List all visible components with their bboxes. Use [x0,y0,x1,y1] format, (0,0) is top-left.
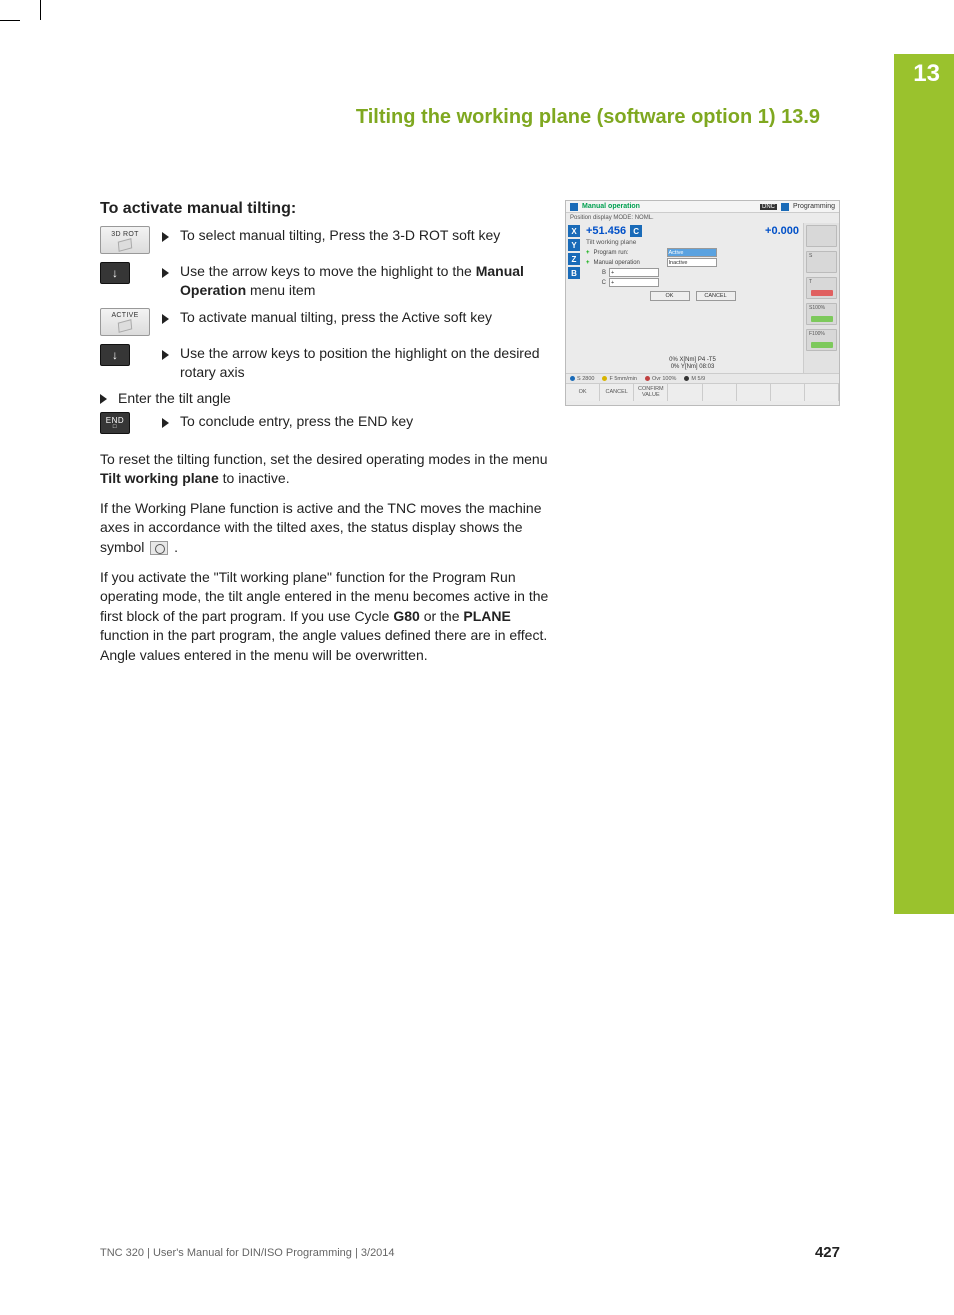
dot-icon [645,376,650,381]
ss-mode-left: Manual operation [582,203,756,210]
footer-page-number: 427 [815,1244,840,1261]
paragraph-program-run: If you activate the "Tilt working plane"… [100,568,550,666]
step-row: 3D ROT To select manual tilting, Press t… [100,226,550,254]
page-footer: TNC 320 | User's Manual for DIN/ISO Prog… [100,1244,840,1261]
softkey-active: ACTIVE [100,308,150,336]
page-section-title: Tilting the working plane (software opti… [100,106,820,129]
step-enter-tilt-angle: Enter the tilt angle [100,390,550,406]
ss-fkey: CONFIRM VALUE [634,384,668,401]
step-row: Use the arrow keys to position the highl… [100,344,550,382]
ss-lower-status: 0% X[Nm] P4 -T5 0% Y[Nm] 08:03 [582,355,803,373]
ss-gear-icon [570,203,578,211]
ss-field-row: C + [586,278,799,287]
ss-fkey: CANCEL [600,384,634,401]
ss-status-line: Position display MODE: NOML. [566,213,839,223]
arrow-down-icon [112,266,118,280]
ss-side-knob-t: T [806,277,837,299]
ss-dialog-buttons: OK CANCEL [586,291,799,301]
ss-field-manual-operation: Inactive [667,258,717,267]
ss-axis-x: X [568,225,580,237]
step-row: Use the arrow keys to move the highlight… [100,262,550,300]
bullet-triangle-icon [162,232,169,242]
step-text: To select manual tilting, Press the 3-D … [180,226,550,245]
plus-icon: + [586,250,590,256]
ss-side-knob-s: S [806,251,837,273]
ss-fkey: OK [566,384,600,401]
ss-axis-c-badge: C [630,225,642,237]
bullet-triangle-icon [162,314,169,324]
ss-coord-left: +51.456 [586,225,626,237]
ss-side-knob [806,225,837,247]
paragraph-reset-tilting: To reset the tilting function, set the d… [100,450,550,489]
ss-field-c-angle: + [609,278,659,287]
ss-side-panel: S T S100% F100% [803,223,839,373]
tnc-screenshot: Manual operation DNC Programming Positio… [565,200,840,406]
ss-fkey [771,384,805,401]
step-text: To activate manual tilting, press the Ac… [180,308,550,327]
ss-btn-cancel: CANCEL [696,291,736,301]
ss-side-knob-f100: F100% [806,329,837,351]
bullet-triangle-icon [162,350,169,360]
ss-field-row: + Program run: Active [586,248,799,257]
ss-thin-status: S 2800 F 5mm/min Ovr 100% M 5/9 [566,373,839,383]
step-text: Use the arrow keys to move the highlight… [180,262,550,300]
ss-coord-row: +51.456 C +0.000 [586,225,799,237]
ss-cube-icon [781,203,789,211]
ss-fkey [668,384,702,401]
dot-icon [602,376,607,381]
hardkey-arrow-down [100,262,130,284]
ss-side-knob-s100: S100% [806,303,837,325]
ss-coord-right: +0.000 [765,225,799,237]
ss-dnc-tag: DNC [760,204,777,210]
ss-axis-y: Y [568,239,580,251]
step-text: Use the arrow keys to position the highl… [180,344,550,382]
ss-field-row: + Manual operation Inactive [586,258,799,267]
plus-icon: + [586,260,590,266]
bullet-triangle-icon [100,394,107,404]
bullet-triangle-icon [162,418,169,428]
ss-field-row: B + [586,268,799,277]
dot-icon [684,376,689,381]
ss-axis-b: B [568,267,580,279]
step-text: To conclude entry, press the END key [180,412,550,431]
ss-dialog-title: Tilt working plane [586,239,799,246]
crop-marks [0,0,954,40]
step-row: END□ To conclude entry, press the END ke… [100,412,550,434]
ss-fkey [805,384,839,401]
chapter-number: 13 [913,60,940,88]
hardkey-end: END□ [100,412,130,434]
chapter-tab: 13 [894,54,954,914]
ss-main-area: +51.456 C +0.000 Tilt working plane + Pr… [582,223,803,373]
ss-field-program-run: Active [667,248,717,257]
ss-mode-right: Programming [793,203,835,210]
ss-title-bar: Manual operation DNC Programming [566,201,839,213]
softkey-3d-rot: 3D ROT [100,226,150,254]
ss-axes-column: X Y Z B [566,223,582,373]
hardkey-arrow-down [100,344,130,366]
arrow-down-icon [112,348,118,362]
ss-fkey [737,384,771,401]
bullet-triangle-icon [162,268,169,278]
ss-fkey [703,384,737,401]
ss-softkey-row: OK CANCEL CONFIRM VALUE [566,383,839,401]
tilt-plane-status-icon [150,541,168,555]
paragraph-status-symbol: If the Working Plane function is active … [100,499,550,558]
footer-doc-title: TNC 320 | User's Manual for DIN/ISO Prog… [100,1247,395,1259]
ss-axis-z: Z [568,253,580,265]
step-row: ACTIVE To activate manual tilting, press… [100,308,550,336]
dot-icon [570,376,575,381]
ss-btn-ok: OK [650,291,690,301]
ss-field-b-angle: + [609,268,659,277]
